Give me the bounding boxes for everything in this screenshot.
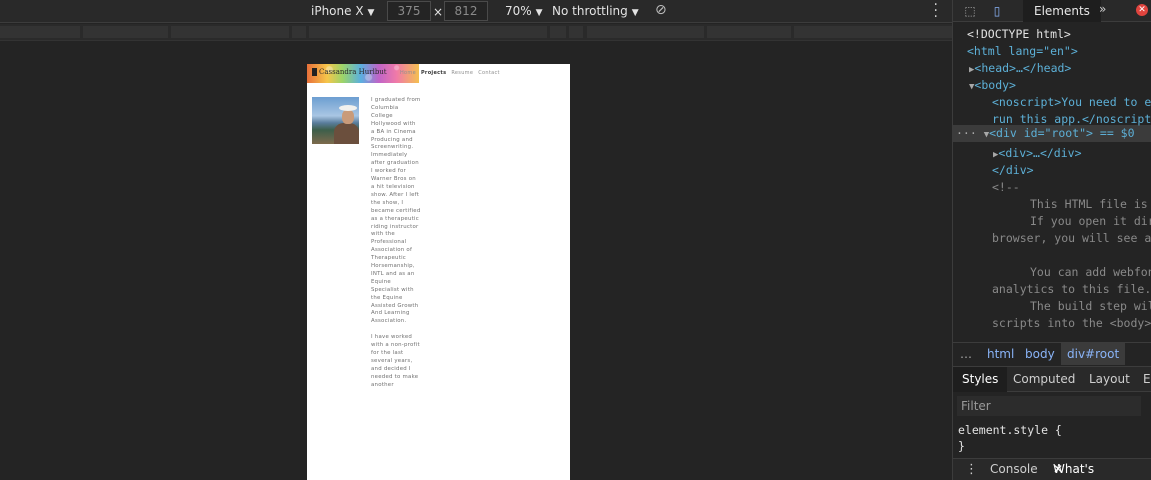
- dom-comment-line: This HTML file is a: [1030, 197, 1151, 211]
- rule-close: }: [958, 439, 965, 453]
- breadcrumb-more[interactable]: …: [960, 343, 972, 365]
- chevron-down-icon: ▼: [631, 8, 639, 18]
- dom-body-row[interactable]: ▼<body>: [969, 77, 1016, 94]
- nav-link-home[interactable]: Home: [400, 70, 416, 76]
- dom-head: <head>…</head>: [974, 61, 1072, 75]
- dom-head-row[interactable]: ▶<head>…</head>: [969, 60, 1071, 77]
- rule-selector: element.style {: [958, 423, 1062, 437]
- dom-comment-line: analytics to this file.: [992, 282, 1151, 296]
- throttling-value: No throttling: [552, 4, 628, 18]
- site-nav: Home Projects Resume Contact: [400, 70, 505, 76]
- dom-noscript-1[interactable]: <noscript>You need to ena: [992, 94, 1151, 111]
- media-query-segment[interactable]: [309, 26, 547, 38]
- media-query-segment[interactable]: [0, 26, 80, 38]
- chevron-down-icon: ▼: [367, 8, 375, 18]
- breadcrumb-body[interactable]: body: [1025, 343, 1055, 365]
- nav-link-projects[interactable]: Projects: [421, 70, 446, 76]
- device-name: iPhone X: [311, 4, 364, 18]
- dom-doctype[interactable]: <!DOCTYPE html>: [967, 26, 1071, 43]
- devtools-tabbar: ⬚ ▯ Elements » ✕: [953, 0, 1151, 22]
- media-query-segment[interactable]: [550, 26, 566, 38]
- zoom-value: 70%: [505, 4, 532, 18]
- breadcrumb-div-root[interactable]: div#root: [1061, 343, 1126, 365]
- dom-div-close[interactable]: </div>: [992, 162, 1034, 179]
- dom-comment-line: browser, you will see an: [992, 231, 1151, 245]
- dom-comment-line: The build step will: [1030, 299, 1151, 313]
- emulated-page: Cassandra Hurlbut Home Projects Resume Cont…: [307, 64, 570, 480]
- dimension-separator: ×: [433, 5, 444, 19]
- tab-computed[interactable]: Computed: [1013, 367, 1075, 392]
- more-options-icon[interactable]: · · ·: [934, 0, 938, 24]
- media-query-segment[interactable]: [83, 26, 168, 38]
- device-select[interactable]: iPhone X ▼: [311, 4, 374, 18]
- nav-link-contact[interactable]: Contact: [478, 70, 500, 76]
- tab-event-listeners[interactable]: Ev: [1143, 367, 1151, 392]
- dom-tree: <!DOCTYPE html> <html lang="en"> ▶<head>…: [953, 23, 1151, 341]
- chevron-down-icon: ▼: [535, 8, 543, 18]
- device-toolbar: iPhone X ▼ 375 × 812 70% ▼ No throttling ▼ …: [0, 0, 952, 24]
- throttling-select[interactable]: No throttling ▼: [552, 4, 639, 18]
- ellipsis-icon[interactable]: ···: [956, 126, 984, 140]
- dom-comment-open[interactable]: <!--: [992, 179, 1020, 196]
- dom-body: <body>: [974, 78, 1016, 92]
- tab-layout[interactable]: Layout: [1089, 367, 1130, 392]
- logo-mark-icon: [312, 68, 317, 76]
- media-query-segment[interactable]: [171, 26, 289, 38]
- drawer-menu-icon[interactable]: ⋮: [965, 459, 978, 480]
- media-query-bar: [0, 24, 952, 41]
- tab-elements[interactable]: Elements: [1023, 0, 1101, 22]
- media-query-segment[interactable]: [292, 26, 306, 38]
- zoom-select[interactable]: 70% ▼: [505, 4, 543, 18]
- media-query-segment[interactable]: [569, 26, 583, 38]
- breadcrumb: … html body div#root: [953, 342, 1151, 365]
- dom-inner-div: <div>…</div>: [998, 146, 1082, 160]
- media-query-segment[interactable]: [587, 26, 704, 38]
- dom-root-div: <div id="root"> == $0: [989, 126, 1135, 140]
- rotate-icon[interactable]: ⊘: [655, 2, 667, 18]
- dom-comment-line: If you open it dire: [1030, 214, 1151, 228]
- dom-root-row[interactable]: ··· ▼<div id="root"> == $0: [956, 125, 1135, 142]
- close-icon[interactable]: ✕: [1053, 459, 1063, 480]
- dom-comment-line: You can add webfont: [1030, 265, 1151, 279]
- drawer-tabbar: ⋮ Console What's New ✕: [953, 458, 1151, 480]
- dom-inner-div-row[interactable]: ▶<div>…</div>: [993, 145, 1082, 162]
- height-input[interactable]: 812: [444, 1, 488, 21]
- inspect-element-icon[interactable]: ⬚: [962, 3, 978, 19]
- dom-html[interactable]: <html lang="en">: [967, 43, 1078, 60]
- styles-tabbar: Styles Computed Layout Ev: [953, 366, 1151, 392]
- more-tabs-icon[interactable]: »: [1099, 2, 1106, 16]
- profile-photo: [312, 97, 359, 144]
- dom-comment-line: scripts into the <body> t: [992, 316, 1151, 330]
- devtools-panel: ⬚ ▯ Elements » ✕ <!DOCTYPE html> <html l…: [952, 0, 1151, 480]
- element-style-rule[interactable]: element.style { }: [958, 422, 1062, 454]
- breadcrumb-html[interactable]: html: [987, 343, 1014, 365]
- site-header: Cassandra Hurlbut Home Projects Resume Cont…: [307, 64, 570, 83]
- nav-link-resume[interactable]: Resume: [451, 70, 473, 76]
- media-query-segment[interactable]: [707, 26, 791, 38]
- logo-text: Cassandra Hurlbut: [319, 68, 387, 76]
- width-input[interactable]: 375: [387, 1, 431, 21]
- styles-filter-input[interactable]: Filter: [957, 396, 1141, 416]
- media-query-segment[interactable]: [794, 26, 952, 38]
- error-badge[interactable]: ✕: [1136, 4, 1148, 16]
- browser-window: iPhone X ▼ 375 × 812 70% ▼ No throttling ▼ …: [0, 0, 1151, 480]
- device-toggle-icon[interactable]: ▯: [989, 3, 1005, 19]
- bio-text: I graduated from Columbia College Hollyw…: [371, 97, 421, 388]
- tab-styles[interactable]: Styles: [953, 367, 1008, 392]
- tab-console[interactable]: Console: [990, 459, 1038, 480]
